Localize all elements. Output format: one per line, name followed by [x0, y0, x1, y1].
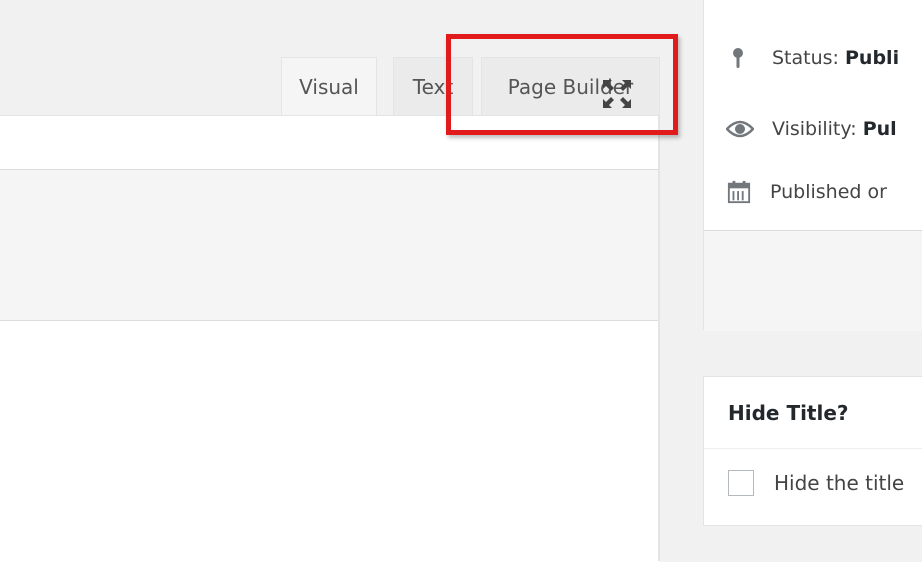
hide-title-checkbox[interactable] [728, 470, 754, 496]
publish-panel-footer [704, 230, 922, 331]
hide-title-heading: Hide Title? [728, 401, 849, 425]
hide-title-metabox: Hide Title? Hide the title [703, 376, 922, 526]
calendar-icon [727, 180, 751, 204]
highlight-annotation [446, 34, 678, 135]
publish-panel: Status: Publi Visibility: Pul Published … [703, 0, 922, 331]
status-label: Status: [772, 47, 839, 69]
editor-content-area[interactable] [0, 321, 660, 562]
hide-title-checkbox-label[interactable]: Hide the title [774, 471, 904, 495]
visibility-row: Visibility: Pul [726, 114, 897, 144]
published-label: Published or [770, 181, 887, 203]
pin-icon [733, 48, 743, 68]
editor-divider [658, 115, 660, 561]
editor-toolbar [0, 169, 660, 321]
tab-visual[interactable]: Visual [281, 57, 377, 115]
status-value: Publi [845, 47, 900, 69]
visibility-value: Pul [862, 118, 897, 140]
editor-container [0, 115, 660, 562]
eye-icon [726, 120, 754, 138]
hide-title-header: Hide Title? [704, 377, 922, 449]
published-row: Published or [726, 177, 887, 207]
visibility-label: Visibility: [772, 118, 857, 140]
status-row: Status: Publi [726, 43, 899, 73]
